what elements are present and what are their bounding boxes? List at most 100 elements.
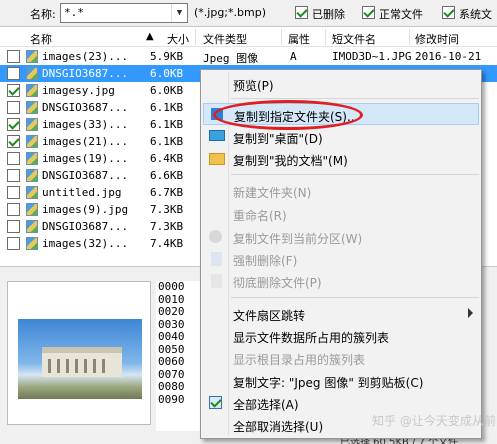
row-checkbox[interactable] (7, 118, 20, 131)
desktop-icon (209, 130, 225, 141)
shred-icon (211, 274, 222, 288)
row-checkbox[interactable] (7, 67, 20, 80)
file-type: Jpeg 图像 (203, 52, 259, 65)
file-name: imagesy.jpg (42, 84, 115, 97)
list-header: 名称 ▲ 大小 文件类型 属性 短文件名 修改时间 (0, 27, 497, 47)
row-checkbox[interactable] (7, 169, 20, 182)
menu-item-label: 彻底删除文件(P) (233, 276, 322, 290)
menu-item-label: 显示文件数据所占用的簇列表 (233, 331, 390, 345)
system-files-label: 系统文 (459, 8, 492, 21)
menu-item-label: 全部选择(A) (233, 398, 299, 412)
row-checkbox[interactable] (7, 101, 20, 114)
row-checkbox[interactable] (7, 135, 20, 148)
normal-files-checkbox[interactable] (362, 6, 375, 19)
menu-item-label: 文件扇区跳转 (233, 309, 306, 323)
file-size: 6.1KB (150, 118, 184, 131)
chevron-down-icon[interactable]: ▼ (171, 4, 187, 22)
menu-item-copy-text[interactable]: 复制文字: "Jpeg 图像" 到剪贴板(C) (203, 370, 479, 392)
menu-item-show-clusters[interactable]: 显示文件数据所占用的簇列表 (203, 325, 479, 347)
image-file-icon (26, 118, 38, 131)
file-size: 7.4KB (150, 237, 184, 250)
row-checkbox[interactable] (7, 220, 20, 233)
row-checkbox[interactable] (7, 203, 20, 216)
file-name: DNSGIO3687... (42, 101, 129, 114)
menu-item-label: 显示根目录占用的簇列表 (233, 353, 366, 367)
menu-item-label: 强制删除(F) (233, 254, 298, 268)
file-size: 6.7KB (150, 186, 184, 199)
file-short-name: IMOD3D~1.JPG (332, 50, 412, 63)
menu-item-copy-to-documents[interactable]: 复制到"我的文档"(M) (203, 148, 479, 170)
column-short-name[interactable]: 短文件名 (332, 31, 376, 47)
file-name: DNSGIO3687... (42, 67, 129, 80)
file-size: 6.1KB (150, 101, 184, 114)
menu-item-select-all[interactable]: 全部选择(A) (203, 392, 479, 414)
column-name[interactable]: 名称 (30, 31, 52, 47)
file-name: DNSGIO3687... (42, 220, 129, 233)
column-attr[interactable]: 属性 (288, 31, 310, 47)
file-name: images(9).jpg (42, 203, 129, 216)
file-name: images(33)... (42, 118, 129, 131)
menu-item-label: 重命名(R) (233, 209, 287, 223)
menu-item-label: 复制文字: "Jpeg 图像" 到剪贴板(C) (233, 376, 424, 390)
partition-icon (209, 230, 222, 243)
file-modified: 2016-10-21 (415, 50, 482, 63)
menu-item-show-root-clusters: 显示根目录占用的簇列表 (203, 347, 479, 369)
file-size: 7.3KB (150, 203, 184, 216)
menu-item-label: 预览(P) (233, 79, 274, 93)
image-file-icon (26, 203, 38, 216)
image-preview (7, 281, 151, 425)
name-filter-input[interactable]: *.* ▼ (60, 3, 188, 23)
file-name: images(23)... (42, 50, 129, 63)
image-file-icon (26, 50, 38, 63)
image-file-icon (26, 84, 38, 97)
menu-item-label: 全部取消选择(U) (233, 420, 324, 434)
column-modified[interactable]: 修改时间 (415, 31, 459, 47)
menu-item-preview[interactable]: 预览(P) (203, 73, 479, 95)
file-size: 6.6KB (150, 169, 184, 182)
image-file-icon (26, 220, 38, 233)
submenu-arrow-icon (468, 308, 473, 318)
row-checkbox[interactable] (7, 84, 20, 97)
file-name: DNSGIO3687... (42, 169, 129, 182)
file-name: images(21)... (42, 135, 129, 148)
highlight-annotation (213, 100, 363, 130)
row-checkbox[interactable] (7, 186, 20, 199)
image-file-icon (26, 152, 38, 165)
image-file-icon (26, 67, 38, 80)
name-filter-label: 名称: (30, 8, 56, 21)
row-checkbox[interactable] (7, 237, 20, 250)
name-filter-value: *.* (64, 6, 84, 19)
menu-item-copy-to-partition: 复制文件到当前分区(W) (203, 226, 479, 248)
image-file-icon (26, 135, 38, 148)
system-files-checkbox[interactable] (442, 6, 455, 19)
deleted-label: 已删除 (312, 8, 345, 21)
menu-item-label: 复制到"我的文档"(M) (233, 154, 348, 168)
extension-hint: (*.jpg;*.bmp) (194, 6, 266, 19)
file-size: 5.9KB (150, 50, 184, 63)
menu-item-copy-to-desktop[interactable]: 复制到"桌面"(D) (203, 126, 479, 148)
table-row[interactable]: images(23)... 5.9KB Jpeg 图像 A IMOD3D~1.JPG 20… (0, 48, 497, 65)
menu-item-secure-delete: 彻底删除文件(P) (203, 270, 479, 292)
file-size: 6.0KB (150, 84, 184, 97)
menu-item-label: 复制到"桌面"(D) (233, 132, 323, 146)
file-size: 7.3KB (150, 220, 184, 233)
file-size: 6.1KB (150, 135, 184, 148)
menu-item-goto-sector[interactable]: 文件扇区跳转 (203, 303, 479, 325)
menu-item-label: 复制文件到当前分区(W) (233, 232, 363, 246)
preview-image (18, 319, 142, 399)
row-checkbox[interactable] (7, 50, 20, 63)
row-checkbox[interactable] (7, 152, 20, 165)
file-name: untitled.jpg (42, 186, 122, 199)
file-size: 6.0KB (150, 67, 184, 80)
column-type[interactable]: 文件类型 (203, 31, 247, 47)
watermark: 知乎 @让今天变成从前 (372, 414, 496, 428)
image-file-icon (26, 101, 38, 114)
normal-files-label: 正常文件 (379, 8, 423, 21)
image-file-icon (26, 186, 38, 199)
menu-item-rename: 重命名(R) (203, 203, 479, 225)
deleted-checkbox[interactable] (295, 6, 308, 19)
menu-item-new-folder: 新建文件夹(N) (203, 180, 479, 202)
column-size[interactable]: 大小 (167, 31, 189, 47)
file-name: images(32)... (42, 237, 129, 250)
select-all-icon (209, 396, 222, 409)
